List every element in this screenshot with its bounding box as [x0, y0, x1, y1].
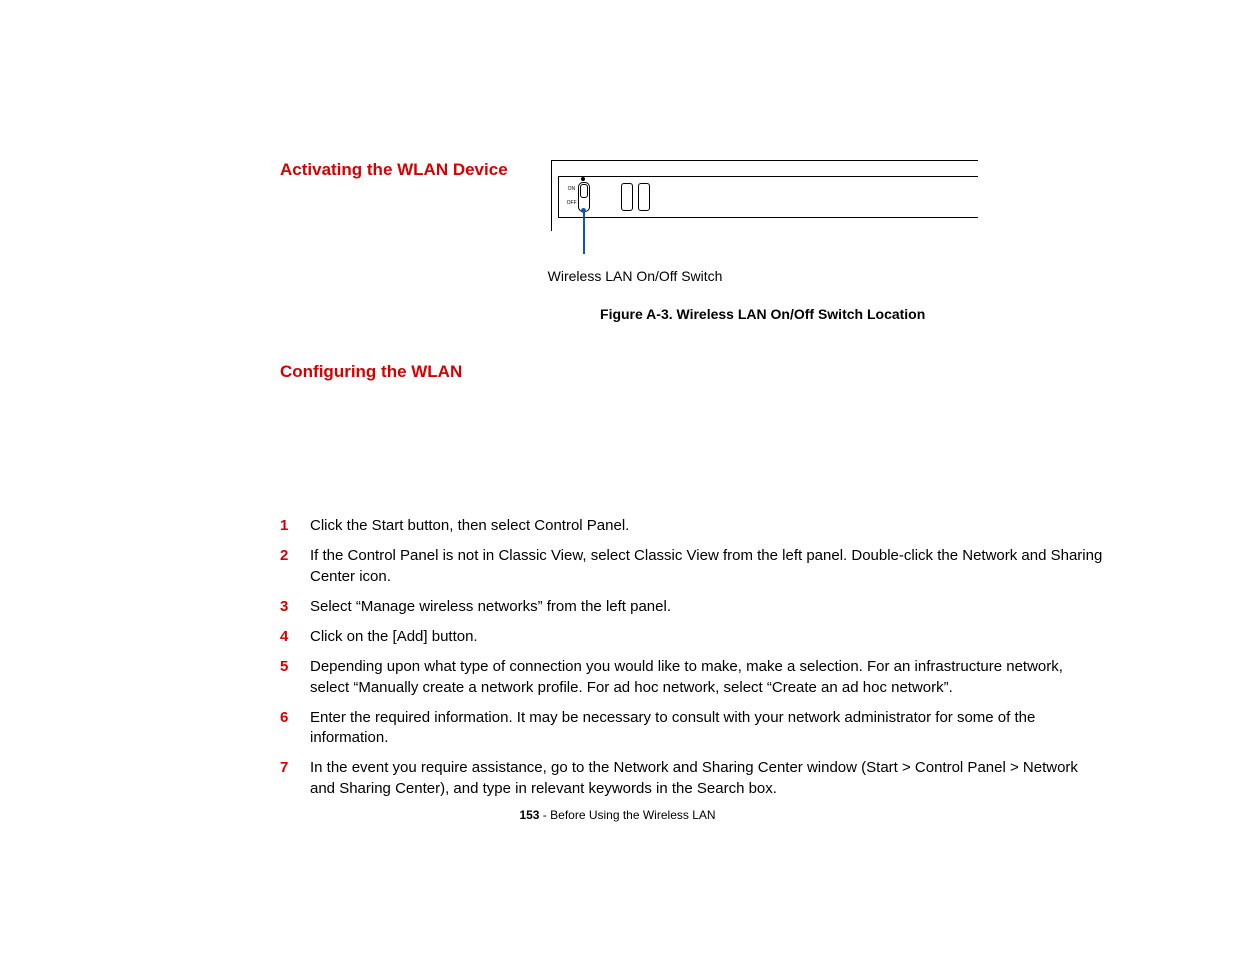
step-text: Depending upon what type of connection y…: [310, 658, 1063, 695]
figure-column: ON OFF Wireless LAN On/Off Switch Figure…: [548, 160, 978, 322]
callout-line-icon: [583, 210, 585, 254]
figure-wlan-switch: ON OFF: [548, 160, 978, 238]
switch-led-icon: [581, 177, 585, 181]
activating-row: Activating the WLAN Device ON OFF Wirele…: [280, 160, 1105, 322]
heading-configuring: Configuring the WLAN: [280, 362, 1105, 382]
footer-sep: -: [539, 808, 550, 822]
switch-label-on: ON: [568, 186, 576, 192]
step-text: Select “Manage wireless networks” from t…: [310, 598, 671, 615]
figure-callout: Wireless LAN On/Off Switch: [548, 268, 723, 284]
list-item: Depending upon what type of connection y…: [280, 657, 1105, 698]
configuring-section: Configuring the WLAN Click the Start but…: [280, 362, 1105, 799]
page-footer: 153 - Before Using the Wireless LAN: [0, 808, 1235, 822]
step-text: If the Control Panel is not in Classic V…: [310, 547, 1102, 584]
port-icon: [621, 183, 633, 211]
step-text: Click the Start button, then select Cont…: [310, 517, 629, 534]
page-number: 153: [519, 808, 539, 822]
port-icon: [638, 183, 650, 211]
list-item: In the event you require assistance, go …: [280, 758, 1105, 799]
list-item: Click on the [Add] button.: [280, 627, 1105, 647]
list-item: If the Control Panel is not in Classic V…: [280, 546, 1105, 587]
list-item: Click the Start button, then select Cont…: [280, 516, 1105, 536]
list-item: Enter the required information. It may b…: [280, 708, 1105, 749]
footer-section-title: Before Using the Wireless LAN: [550, 808, 715, 822]
list-item: Select “Manage wireless networks” from t…: [280, 597, 1105, 617]
figure-caption: Figure A-3. Wireless LAN On/Off Switch L…: [548, 306, 978, 322]
heading-activating: Activating the WLAN Device: [280, 160, 508, 180]
switch-label-off: OFF: [567, 200, 577, 206]
step-text: In the event you require assistance, go …: [310, 759, 1078, 796]
intro-spacer: [280, 382, 1105, 502]
switch-knob-icon: [580, 184, 588, 198]
step-text: Click on the [Add] button.: [310, 628, 478, 645]
document-page: Activating the WLAN Device ON OFF Wirele…: [0, 0, 1235, 799]
step-text: Enter the required information. It may b…: [310, 709, 1035, 746]
steps-list: Click the Start button, then select Cont…: [280, 516, 1105, 799]
